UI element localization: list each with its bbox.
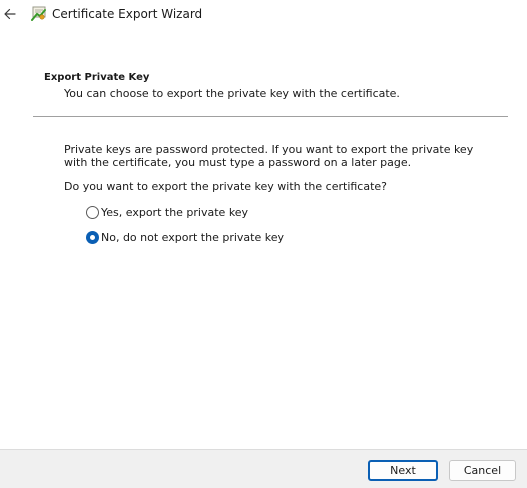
radio-do-not-export-private-key[interactable]: No, do not export the private key	[86, 229, 284, 245]
next-button[interactable]: Next	[368, 460, 438, 481]
radio-button-unchecked[interactable]	[86, 205, 99, 219]
window-title: Certificate Export Wizard	[52, 7, 203, 21]
radio-label: Yes, export the private key	[101, 205, 249, 219]
page-description: You can choose to export the private key…	[64, 87, 400, 100]
wizard-footer: Next Cancel	[0, 449, 527, 488]
info-text: Private keys are password protected. If …	[64, 143, 474, 169]
certificate-icon	[31, 5, 47, 23]
question-text: Do you want to export the private key wi…	[64, 180, 388, 193]
back-button[interactable]	[2, 6, 18, 22]
radio-export-private-key[interactable]: Yes, export the private key	[86, 204, 248, 220]
certificate-export-wizard-window: Certificate Export Wizard Export Private…	[0, 0, 527, 488]
back-arrow-icon	[4, 8, 16, 20]
radio-label: No, do not export the private key	[101, 230, 284, 244]
cancel-button[interactable]: Cancel	[449, 460, 516, 481]
title-bar: Certificate Export Wizard	[0, 0, 527, 30]
header-divider	[33, 116, 508, 117]
radio-button-checked[interactable]	[86, 230, 99, 244]
page-title: Export Private Key	[44, 72, 150, 83]
